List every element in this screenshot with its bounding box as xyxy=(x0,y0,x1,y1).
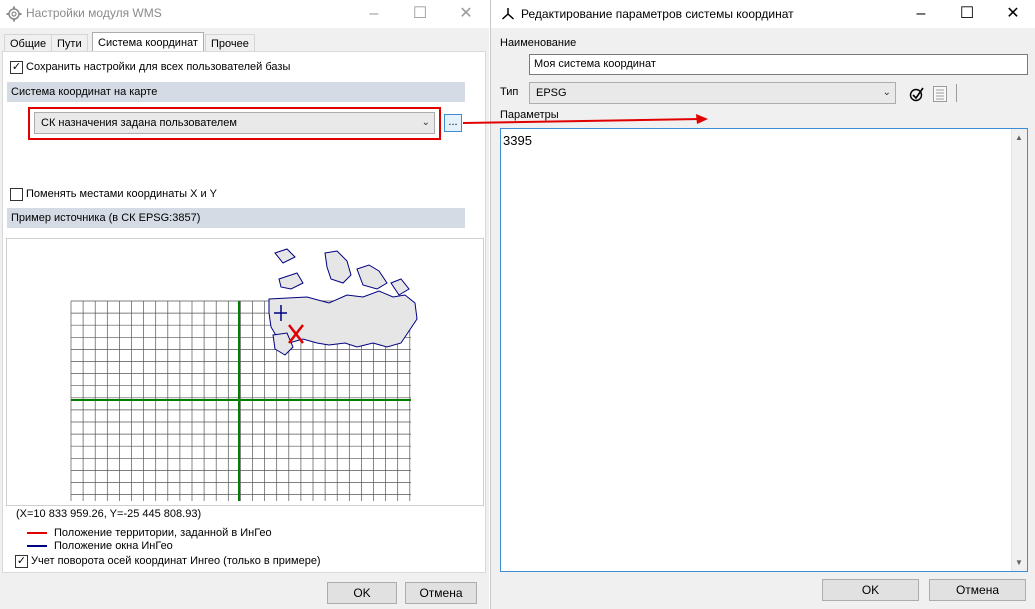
toolbar-separator xyxy=(956,84,957,102)
legend-blue-swatch xyxy=(27,545,47,547)
gear-icon xyxy=(6,6,22,22)
type-combo-value: EPSG xyxy=(536,87,567,99)
app-icon xyxy=(501,8,515,20)
title-bar: Настройки модуля WMS – ☐ ✕ xyxy=(0,0,489,28)
legend-red-label: Положение территории, заданной в ИнГео xyxy=(54,527,272,539)
ok-button[interactable]: OK xyxy=(822,579,919,601)
window-title: Редактирование параметров системы коорди… xyxy=(521,7,794,21)
cancel-button[interactable]: Отмена xyxy=(405,582,477,604)
rotation-label: Учет поворота осей координат Ингео (толь… xyxy=(31,555,321,567)
map-cs-section-header: Система координат на карте xyxy=(7,82,465,102)
params-textarea[interactable]: 3395 ▲ ▼ xyxy=(500,128,1028,572)
name-label: Наименование xyxy=(500,37,577,49)
type-label: Тип xyxy=(500,86,519,98)
wms-settings-window: Настройки модуля WMS – ☐ ✕ Общие Пути Си… xyxy=(0,0,489,609)
legend-red-swatch xyxy=(27,532,47,534)
tab-coordinate-system[interactable]: Система координат xyxy=(92,32,204,53)
minimize-icon[interactable]: – xyxy=(351,0,397,28)
swap-xy-label: Поменять местами координаты X и Y xyxy=(26,188,218,200)
close-icon[interactable]: ✕ xyxy=(990,0,1035,28)
save-all-checkbox[interactable]: ✓ xyxy=(10,61,23,74)
cs-params-window: Редактирование параметров системы коорди… xyxy=(490,0,1035,609)
cs-combo[interactable]: СК назначения задана пользователем ⌄ xyxy=(34,112,435,134)
maximize-icon[interactable]: ☐ xyxy=(944,0,990,28)
params-label: Параметры xyxy=(500,109,559,121)
check-circle-icon[interactable] xyxy=(909,86,925,102)
ellipsis-button[interactable]: ... xyxy=(444,114,462,132)
maximize-icon[interactable]: ☐ xyxy=(397,0,443,28)
params-value: 3395 xyxy=(503,133,532,148)
swap-xy-checkbox[interactable] xyxy=(10,188,23,201)
vertical-scrollbar[interactable]: ▲ ▼ xyxy=(1011,129,1027,571)
chevron-down-icon: ⌄ xyxy=(421,117,430,128)
example-section-header: Пример источника (в СК EPSG:3857) xyxy=(7,208,465,228)
example-preview xyxy=(6,238,484,506)
ok-button[interactable]: OK xyxy=(327,582,397,604)
title-bar: Редактирование параметров системы коорди… xyxy=(491,0,1035,28)
chevron-down-icon: ⌄ xyxy=(882,87,891,98)
preview-map xyxy=(70,248,418,501)
rotation-checkbox[interactable]: ✓ xyxy=(15,555,28,568)
cancel-button[interactable]: Отмена xyxy=(929,579,1026,601)
coords-readout: (X=10 833 959.26, Y=-25 445 808.93) xyxy=(16,508,202,520)
name-input[interactable]: Моя система координат xyxy=(529,54,1028,75)
scroll-down-icon[interactable]: ▼ xyxy=(1015,558,1023,567)
list-icon[interactable] xyxy=(933,86,947,102)
legend-blue-label: Положение окна ИнГео xyxy=(54,540,173,552)
window-title: Настройки модуля WMS xyxy=(26,6,162,20)
cs-combo-value: СК назначения задана пользователем xyxy=(41,117,237,129)
save-all-label: Сохранить настройки для всех пользовател… xyxy=(26,61,291,73)
scroll-up-icon[interactable]: ▲ xyxy=(1015,133,1023,142)
close-icon[interactable]: ✕ xyxy=(443,0,489,28)
minimize-icon[interactable]: – xyxy=(898,0,944,28)
type-combo[interactable]: EPSG ⌄ xyxy=(529,82,896,104)
